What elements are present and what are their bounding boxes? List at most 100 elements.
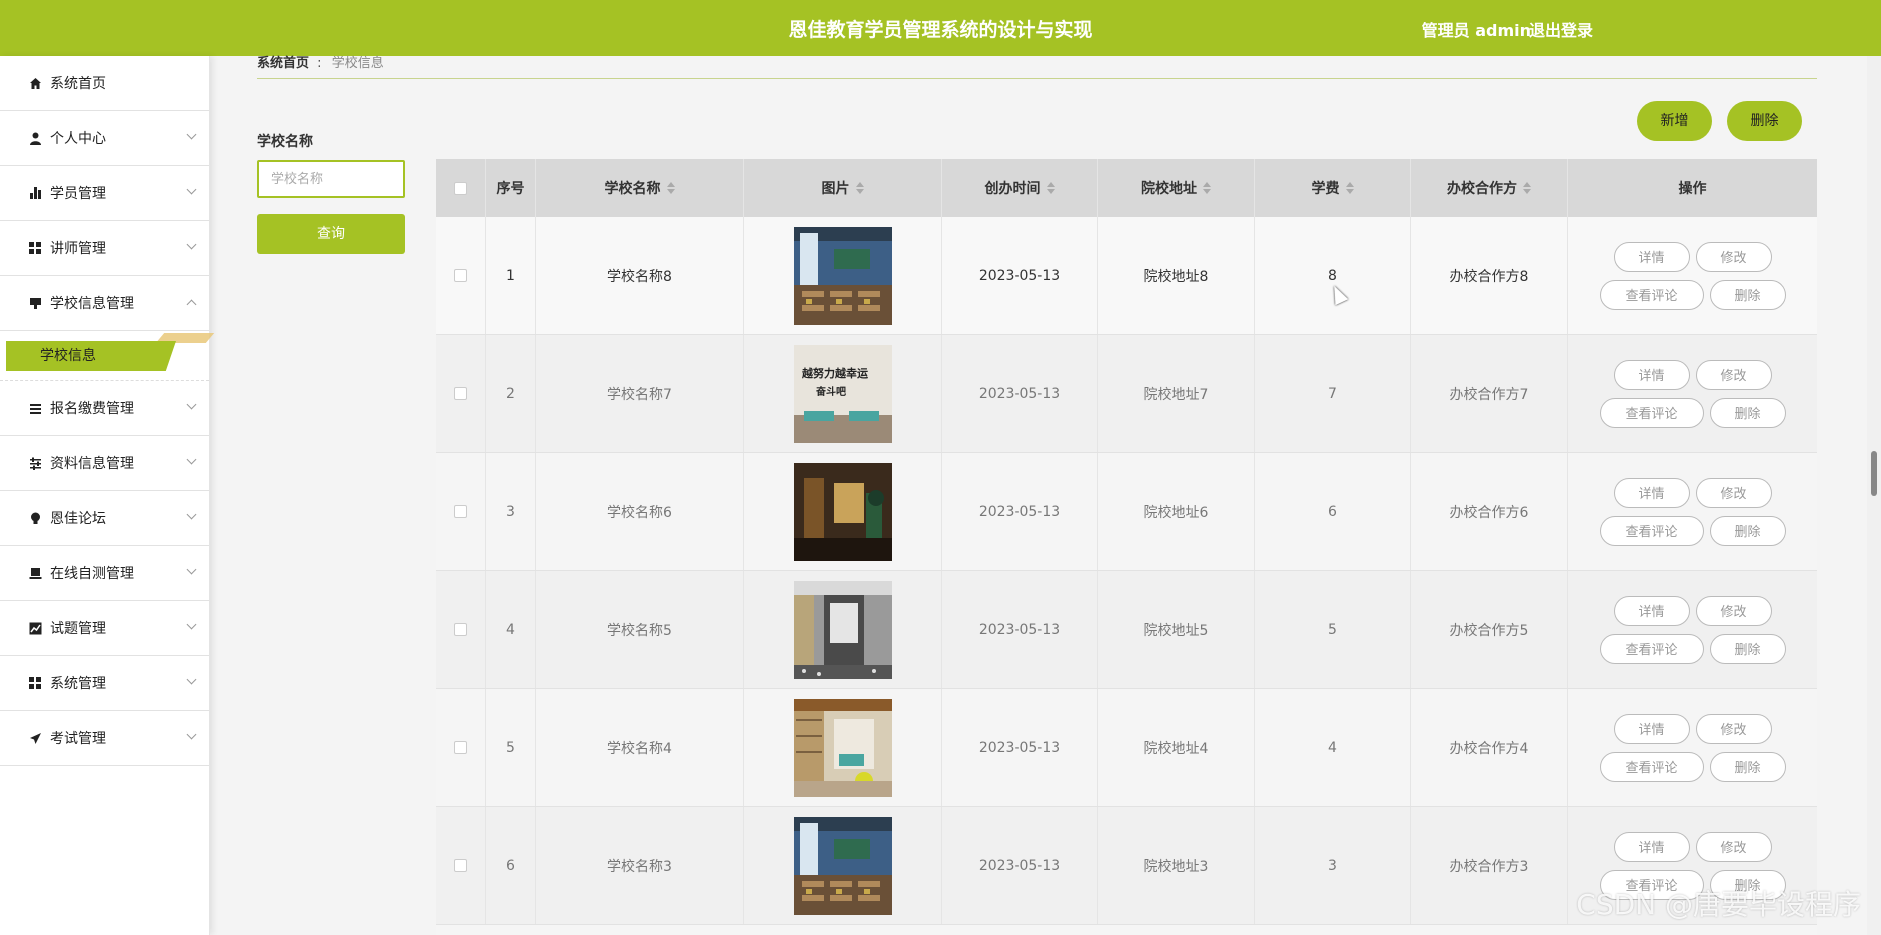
view-comments-button[interactable]: 查看评论 <box>1599 279 1704 310</box>
view-comments-button[interactable]: 查看评论 <box>1599 751 1704 782</box>
grid-icon <box>28 241 42 255</box>
edit-button[interactable]: 修改 <box>1695 831 1772 862</box>
row-delete-button[interactable]: 删除 <box>1709 515 1786 546</box>
header-cell[interactable]: 院校地址 <box>1098 159 1255 217</box>
detail-button[interactable]: 详情 <box>1613 241 1690 272</box>
header-cell[interactable]: 学校名称 <box>536 159 744 217</box>
sidebar-item-forum[interactable]: 恩佳论坛 <box>0 491 209 546</box>
query-button[interactable]: 查询 <box>257 214 405 254</box>
row-checkbox[interactable] <box>454 859 467 872</box>
sidebar-item-questions[interactable]: 试题管理 <box>0 601 209 656</box>
edit-button[interactable]: 修改 <box>1695 241 1772 272</box>
cell-no: 1 <box>486 217 536 334</box>
edit-button[interactable]: 修改 <box>1695 595 1772 626</box>
sidebar-item-system[interactable]: 系统管理 <box>0 656 209 711</box>
delete-button[interactable]: 删除 <box>1727 101 1802 141</box>
school-thumbnail[interactable] <box>793 816 892 915</box>
detail-button[interactable]: 详情 <box>1613 595 1690 626</box>
school-thumbnail[interactable] <box>793 226 892 325</box>
row-select-cell <box>436 689 486 806</box>
edit-button[interactable]: 修改 <box>1695 359 1772 390</box>
cell-address: 院校地址6 <box>1098 453 1255 570</box>
page-scrollbar[interactable] <box>1867 56 1881 935</box>
sidebar-item-label: 报名缴费管理 <box>50 401 134 417</box>
sidebar-item-label: 系统首页 <box>50 76 106 92</box>
cell-partner: 办校合作方3 <box>1411 807 1568 924</box>
detail-button[interactable]: 详情 <box>1613 713 1690 744</box>
school-thumbnail[interactable]: 越努力越幸运奋斗吧越努力越幸运 奋斗吧 <box>793 344 892 443</box>
chevron-down-icon <box>186 184 197 195</box>
bar-chart-icon <box>28 186 42 200</box>
view-comments-button[interactable]: 查看评论 <box>1599 515 1704 546</box>
row-checkbox[interactable] <box>454 505 467 518</box>
table-header: 序号 学校名称 图片 创办时间 院校地址 学费 办校合作方 操作 <box>436 159 1817 217</box>
sort-icon[interactable] <box>1046 182 1055 194</box>
detail-button[interactable]: 详情 <box>1613 477 1690 508</box>
sidebar-item-materials[interactable]: 资料信息管理 <box>0 436 209 491</box>
row-select-cell <box>436 571 486 688</box>
cell-date: 2023-05-13 <box>942 571 1098 688</box>
search-input[interactable] <box>257 160 405 198</box>
cell-date: 2023-05-13 <box>942 335 1098 452</box>
sidebar-item-label: 学校信息管理 <box>50 296 134 312</box>
header-cell[interactable]: 学费 <box>1255 159 1411 217</box>
table-body: 1 学校名称8 2023-05-13 院校地址8 8 办校合作方8 详情 修改 查看评论 删除 2 学… <box>436 217 1817 925</box>
view-comments-button[interactable]: 查看评论 <box>1599 397 1704 428</box>
row-delete-button[interactable]: 删除 <box>1709 397 1786 428</box>
cell-date: 2023-05-13 <box>942 807 1098 924</box>
detail-button[interactable]: 详情 <box>1613 831 1690 862</box>
select-all-checkbox[interactable] <box>454 181 467 195</box>
cell-date: 2023-05-13 <box>942 217 1098 334</box>
admin-label: 管理员 admin <box>1421 21 1531 40</box>
view-comments-button[interactable]: 查看评论 <box>1599 633 1704 664</box>
sidebar-item-teachers[interactable]: 讲师管理 <box>0 221 209 276</box>
sidebar-item-enrollment[interactable]: 报名缴费管理 <box>0 381 209 436</box>
header-image: 图片 <box>821 181 850 197</box>
detail-button[interactable]: 详情 <box>1613 359 1690 390</box>
sidebar-item-personal[interactable]: 个人中心 <box>0 111 209 166</box>
row-checkbox[interactable] <box>454 741 467 754</box>
sidebar-item-label: 学员管理 <box>50 186 106 202</box>
sort-icon[interactable] <box>1523 182 1531 194</box>
sidebar-item-exams[interactable]: 考试管理 <box>0 711 209 766</box>
header-cell[interactable]: 创办时间 <box>942 159 1098 217</box>
row-delete-button[interactable]: 删除 <box>1709 751 1786 782</box>
scrollbar-thumb[interactable] <box>1871 451 1877 496</box>
cell-no: 5 <box>486 689 536 806</box>
sort-icon[interactable] <box>855 182 864 194</box>
sort-icon[interactable] <box>666 182 675 194</box>
cell-no: 2 <box>486 335 536 452</box>
school-thumbnail[interactable] <box>793 462 892 561</box>
row-select-cell <box>436 453 486 570</box>
cell-image <box>744 571 942 688</box>
submenu-item-school-info[interactable]: 学校信息 <box>6 341 176 371</box>
row-checkbox[interactable] <box>454 269 467 282</box>
header-cell[interactable]: 办校合作方 <box>1411 159 1568 217</box>
row-delete-button[interactable]: 删除 <box>1709 633 1786 664</box>
sort-icon[interactable] <box>1203 182 1211 194</box>
cell-image <box>744 689 942 806</box>
sort-icon[interactable] <box>1345 182 1354 194</box>
edit-button[interactable]: 修改 <box>1695 477 1772 508</box>
cell-actions: 详情 修改查看评论 删除 <box>1568 453 1817 570</box>
row-delete-button[interactable]: 删除 <box>1709 279 1786 310</box>
logout-link[interactable]: 退出登录 <box>1529 17 1593 41</box>
chevron-down-icon <box>186 729 197 740</box>
cell-address: 院校地址5 <box>1098 571 1255 688</box>
row-checkbox[interactable] <box>454 623 467 636</box>
sidebar-item-school-info[interactable]: 学校信息管理 <box>0 276 209 331</box>
sidebar-item-self-test[interactable]: 在线自测管理 <box>0 546 209 601</box>
edit-button[interactable]: 修改 <box>1695 713 1772 744</box>
header-cell[interactable]: 图片 <box>744 159 942 217</box>
add-button[interactable]: 新增 <box>1637 101 1712 141</box>
cell-image: 越努力越幸运奋斗吧越努力越幸运 奋斗吧 <box>744 335 942 452</box>
sidebar-item-home[interactable]: 系统首页 <box>0 56 209 111</box>
school-thumbnail[interactable] <box>793 580 892 679</box>
list-icon <box>28 401 42 415</box>
school-thumbnail[interactable] <box>793 698 892 797</box>
cell-date: 2023-05-13 <box>942 453 1098 570</box>
cell-name: 学校名称5 <box>536 571 744 688</box>
breadcrumb-home[interactable]: 系统首页 <box>257 56 309 71</box>
row-checkbox[interactable] <box>454 387 467 400</box>
sidebar-item-students[interactable]: 学员管理 <box>0 166 209 221</box>
